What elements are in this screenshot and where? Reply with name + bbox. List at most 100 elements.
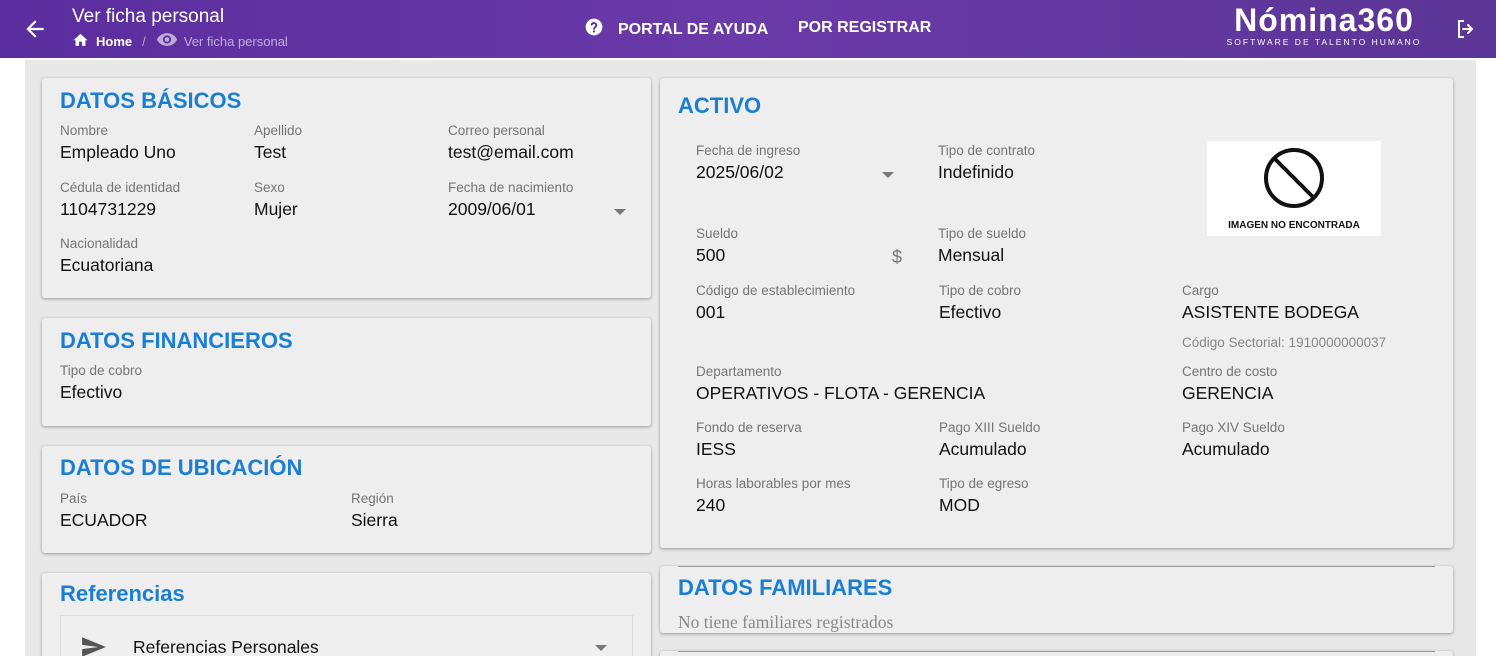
help-circle-icon [584, 17, 604, 42]
pais-label: País [60, 491, 88, 506]
logout-icon[interactable] [1454, 17, 1478, 41]
tipo-sueldo-value: Mensual [938, 245, 1005, 265]
apellido-value: Test [254, 142, 287, 162]
references-chevron-down-icon [595, 645, 607, 651]
field-pago-xiv: Pago XIV Sueldo Acumulado [1182, 420, 1285, 460]
fecha-ingreso-label: Fecha de ingreso [696, 143, 801, 158]
brand-logo: Nómina360 SOFTWARE DE TALENTO HUMANO [1224, 2, 1424, 47]
field-sexo: Sexo Mujer [254, 180, 298, 220]
field-pais: País ECUADOR [60, 491, 148, 531]
pago-xiv-value: Acumulado [1182, 439, 1270, 459]
card-next-section [660, 651, 1453, 656]
active-tipo-cobro-value: Efectivo [939, 302, 1002, 322]
employee-photo-placeholder: IMAGEN NO ENCONTRADA [1207, 141, 1381, 236]
field-active-tipo-cobro: Tipo de cobro Efectivo [939, 283, 1021, 323]
codigo-establecimiento-label: Código de establecimiento [696, 283, 856, 298]
pago-xiv-label: Pago XIV Sueldo [1182, 420, 1285, 435]
references-personal-label: Referencias Personales [133, 637, 319, 656]
eye-icon [156, 32, 178, 50]
location-data-title: DATOS DE UBICACIÓN [60, 455, 303, 480]
active-title: ACTIVO [678, 93, 762, 118]
no-image-text: IMAGEN NO ENCONTRADA [1228, 219, 1360, 231]
logo-main-text: Nómina360 [1234, 2, 1414, 38]
currency-symbol: $ [892, 247, 903, 267]
correo-value: test@email.com [448, 142, 574, 162]
correo-label: Correo personal [448, 123, 545, 138]
centro-costo-label: Centro de costo [1182, 364, 1278, 379]
tipo-contrato-label: Tipo de contrato [938, 143, 1036, 158]
breadcrumb-current: Ver ficha personal [156, 32, 288, 50]
breadcrumb-home-label: Home [96, 33, 133, 49]
pago-xiii-value: Acumulado [939, 439, 1027, 459]
nacionalidad-label: Nacionalidad [60, 236, 139, 251]
breadcrumb-home[interactable]: Home [72, 32, 132, 50]
codigo-sectorial: Código Sectorial: 1910000000037 [1182, 335, 1387, 350]
field-pago-xiii: Pago XIII Sueldo Acumulado [939, 420, 1040, 460]
nombre-value: Empleado Uno [60, 142, 176, 162]
cargo-value: ASISTENTE BODEGA [1182, 302, 1359, 322]
send-icon [81, 636, 107, 656]
nav-por-registrar[interactable]: POR REGISTRAR [798, 19, 931, 37]
nav-help-portal[interactable]: PORTAL DE AYUDA [584, 17, 768, 42]
centro-costo-value: GERENCIA [1182, 383, 1274, 403]
fecha-ingreso-value: 2025/06/02 [696, 162, 784, 182]
next-top-divider [678, 651, 1435, 652]
horas-laborables-value: 240 [696, 495, 726, 515]
sueldo-label: Sueldo [696, 226, 739, 241]
region-label: Región [351, 491, 394, 506]
field-correo: Correo personal test@email.com [448, 123, 574, 163]
cedula-label: Cédula de identidad [60, 180, 181, 195]
breadcrumb: Home / Ver ficha personal [72, 32, 288, 50]
family-empty-message: No tiene familiares registrados [678, 612, 894, 632]
basic-data-title: DATOS BÁSICOS [60, 88, 242, 113]
breadcrumb-current-label: Ver ficha personal [183, 33, 288, 49]
back-arrow-icon[interactable] [22, 16, 48, 42]
tipo-contrato-value: Indefinido [938, 162, 1014, 182]
no-image-icon [1263, 147, 1325, 214]
field-nombre: Nombre Empleado Uno [60, 123, 176, 163]
family-title: DATOS FAMILIARES [678, 575, 893, 600]
card-basic-data: DATOS BÁSICOS Nombre Empleado Uno Apelli… [42, 78, 651, 298]
pais-value: ECUADOR [60, 510, 148, 530]
field-cedula: Cédula de identidad 1104731229 [60, 180, 180, 220]
horas-laborables-label: Horas laborables por mes [696, 476, 851, 491]
field-tipo-cobro: Tipo de cobro Efectivo [60, 363, 142, 403]
references-personal-expander[interactable]: Referencias Personales [60, 615, 633, 656]
active-tipo-cobro-label: Tipo de cobro [939, 283, 1022, 298]
card-family-data: DATOS FAMILIARES No tiene familiares reg… [660, 566, 1453, 633]
region-value: Sierra [351, 510, 398, 530]
financial-data-title: DATOS FINANCIEROS [60, 328, 293, 353]
nacimiento-dropdown-icon[interactable] [614, 209, 626, 215]
departamento-label: Departamento [696, 364, 782, 379]
tipo-egreso-value: MOD [939, 495, 980, 515]
pago-xiii-label: Pago XIII Sueldo [939, 420, 1041, 435]
field-tipo-contrato: Tipo de contrato Indefinido [938, 143, 1035, 183]
sueldo-value: 500 [696, 245, 726, 265]
nacimiento-label: Fecha de nacimiento [448, 180, 574, 195]
cargo-label: Cargo [1182, 283, 1219, 298]
field-sueldo: Sueldo 500 [696, 226, 738, 266]
field-centro-costo: Centro de costo GERENCIA [1182, 364, 1277, 404]
tipo-sueldo-label: Tipo de sueldo [938, 226, 1027, 241]
content-area: DATOS BÁSICOS Nombre Empleado Uno Apelli… [25, 60, 1476, 656]
nombre-label: Nombre [60, 123, 109, 138]
field-nacionalidad: Nacionalidad Ecuatoriana [60, 236, 153, 276]
field-horas-laborables: Horas laborables por mes 240 [696, 476, 851, 516]
field-codigo-establecimiento: Código de establecimiento 001 [696, 283, 855, 323]
references-title: Referencias [60, 581, 185, 606]
field-fecha-ingreso: Fecha de ingreso 2025/06/02 [696, 143, 800, 183]
card-references: Referencias Referencias Personales [42, 573, 651, 656]
fondo-reserva-label: Fondo de reserva [696, 420, 802, 435]
field-nacimiento: Fecha de nacimiento 2009/06/01 [448, 180, 573, 220]
card-location-data: DATOS DE UBICACIÓN País ECUADOR Región S… [42, 446, 651, 553]
field-tipo-sueldo: Tipo de sueldo Mensual [938, 226, 1026, 266]
nacionalidad-value: Ecuatoriana [60, 255, 154, 275]
apellido-label: Apellido [254, 123, 303, 138]
sexo-value: Mujer [254, 199, 298, 219]
field-tipo-egreso: Tipo de egreso MOD [939, 476, 1029, 516]
codigo-establecimiento-value: 001 [696, 302, 726, 322]
fondo-reserva-value: IESS [696, 439, 736, 459]
fecha-ingreso-dropdown-icon[interactable] [882, 172, 894, 178]
card-active-data: ACTIVO Fecha de ingreso 2025/06/02 Tipo … [660, 78, 1453, 548]
logo-subtitle: SOFTWARE DE TALENTO HUMANO [1226, 37, 1422, 47]
